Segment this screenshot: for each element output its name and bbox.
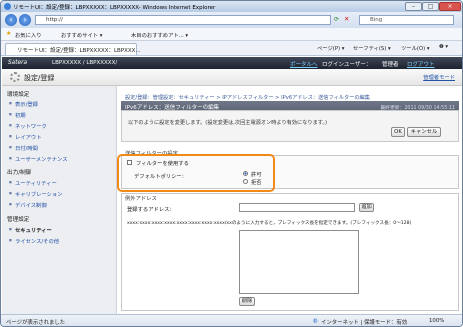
favorites-button[interactable]: お気に入り [15, 31, 42, 39]
browser-window: リモートUI：設定/登録：LBPXXXXX：LBPXXXXX- Windows … [0, 0, 463, 327]
brand-logo: Satera [8, 60, 28, 66]
tools-menu[interactable]: ツール(O) ▾ [401, 44, 430, 52]
suggested-sites-link[interactable]: おすすめサイト ▾ [61, 31, 102, 39]
status-text: ページが表示されました [6, 320, 66, 326]
register-address-label: 登録するアドレス： [127, 207, 175, 213]
star-icon: ★ [6, 30, 12, 37]
tab-bar: リモートUI：設定/登録：LBPXXXXX：LBPXXX... ページ(P) ▾… [1, 41, 462, 56]
sidebar-item-user-maintenance[interactable]: ユーザーメンテナンス [9, 155, 67, 163]
page-menu[interactable]: ページ(P) ▾ [317, 44, 344, 52]
maximize-button[interactable]: □ [422, 2, 439, 11]
forward-button[interactable]: › [19, 14, 31, 26]
prefix-note: xxxx:xxxx:xxxx:xxxx:xxxx:xxxx:xxxx:xxxx/… [127, 221, 412, 226]
portal-link[interactable]: ポータルへ [290, 60, 318, 68]
back-button[interactable]: ‹ [5, 14, 17, 26]
sidebar-item-display[interactable]: 表示/登録 [9, 100, 38, 108]
site-header: Satera LBPXXXXX / LBPXXXXX/ ポータルへ ログインユー… [2, 57, 462, 69]
favorites-bar: ★ お気に入り おすすめサイト ▾ 木目のおすすめアト... ▾ [1, 28, 462, 41]
admin-label: 管理者 [382, 62, 399, 68]
web-slice-link[interactable]: 木目のおすすめアト... ▾ [131, 31, 188, 39]
ok-button[interactable]: OK [391, 127, 405, 137]
register-address-input[interactable] [239, 203, 355, 212]
close-button[interactable]: × [439, 2, 461, 11]
search-placeholder: Bing [370, 17, 383, 23]
page-title: 設定/登録 [24, 74, 55, 82]
logout-link[interactable]: ログアウト [407, 60, 435, 68]
sidebar-item-initial[interactable]: 初期 [9, 111, 25, 119]
sidebar-item-utility[interactable]: ユーティリティー [9, 179, 57, 187]
sidebar-item-security[interactable]: セキュリティー [9, 226, 52, 234]
ie-icon [4, 3, 11, 10]
tab-remote-ui[interactable]: リモートUI：設定/登録：LBPXXXXX：LBPXXX... [5, 43, 141, 55]
sidebar-item-device-control[interactable]: デバイス制御 [9, 201, 47, 209]
sidebar-item-datetime[interactable]: 日付/時間 [9, 144, 38, 152]
add-button[interactable]: 追加 [359, 203, 374, 212]
refresh-icon[interactable]: ⟳ [334, 16, 339, 23]
help-menu[interactable]: ❷ ▾ [439, 44, 448, 50]
zoom-level[interactable]: 100% [429, 318, 444, 324]
security-zone: インターネット | 保護モード：有効 [321, 320, 408, 326]
sidebar-item-license[interactable]: ライセンス/その他 [9, 237, 59, 245]
tab-label: リモートUI：設定/登録：LBPXXXXX：LBPXXX... [17, 48, 141, 54]
search-input[interactable]: Bing [359, 15, 454, 25]
title-bar: リモートUI：設定/登録：LBPXXXXX：LBPXXXXX- Windows … [1, 1, 462, 12]
sidebar-section-management: 管理設定 [7, 217, 30, 223]
address-list[interactable] [239, 230, 359, 294]
sidebar-section-preferences: 環境設定 [7, 92, 30, 98]
admin-mode-link[interactable]: 管理者モード [423, 73, 455, 81]
delete-button[interactable]: 削除 [239, 297, 255, 306]
status-bar: ページが表示されました ◍ インターネット | 保護モード：有効 100% [1, 314, 462, 326]
window-title: リモートUI：設定/登録：LBPXXXXX：LBPXXXXX- Windows … [13, 5, 216, 11]
change-message: 以下のように設定を変更します。(設定変更は,次回主電源オン時より有効になります。… [128, 120, 328, 126]
login-user-label: ログインユーザー： [322, 62, 372, 68]
globe-icon: ◍ [313, 318, 318, 324]
url-text: http:// [46, 17, 63, 23]
sidebar-item-network[interactable]: ネットワーク [9, 122, 47, 130]
url-input[interactable]: http:// [35, 15, 331, 25]
message-box: 以下のように設定を変更します。(設定変更は,次回主電源オン時より有効になります。… [121, 110, 459, 142]
page-header: 設定/登録 管理者モード [2, 69, 462, 86]
stop-icon[interactable]: ✕ [344, 15, 349, 23]
safety-menu[interactable]: セーフティ(S) ▾ [353, 44, 391, 52]
exception-section-title: 例外アドレス [125, 196, 157, 202]
address-bar: ‹ › http:// ⟳ ✕ Bing [1, 12, 462, 28]
breadcrumb: 設定/登録：管理設定：セキュリティー > IPアドレスフィルター > IPv6ア… [125, 95, 370, 101]
cancel-button[interactable]: キャンセル [407, 127, 441, 137]
minimize-button[interactable]: – [405, 2, 422, 11]
device-name: LBPXXXXX / LBPXXXXX/ [52, 60, 118, 66]
highlight-frame [117, 154, 275, 192]
sidebar-item-calibration[interactable]: キャリブレーション [9, 190, 63, 198]
gear-icon [10, 72, 20, 82]
sidebar-section-output: 出力/制御 [7, 170, 32, 176]
sidebar-item-layout[interactable]: レイアウト [9, 133, 41, 141]
